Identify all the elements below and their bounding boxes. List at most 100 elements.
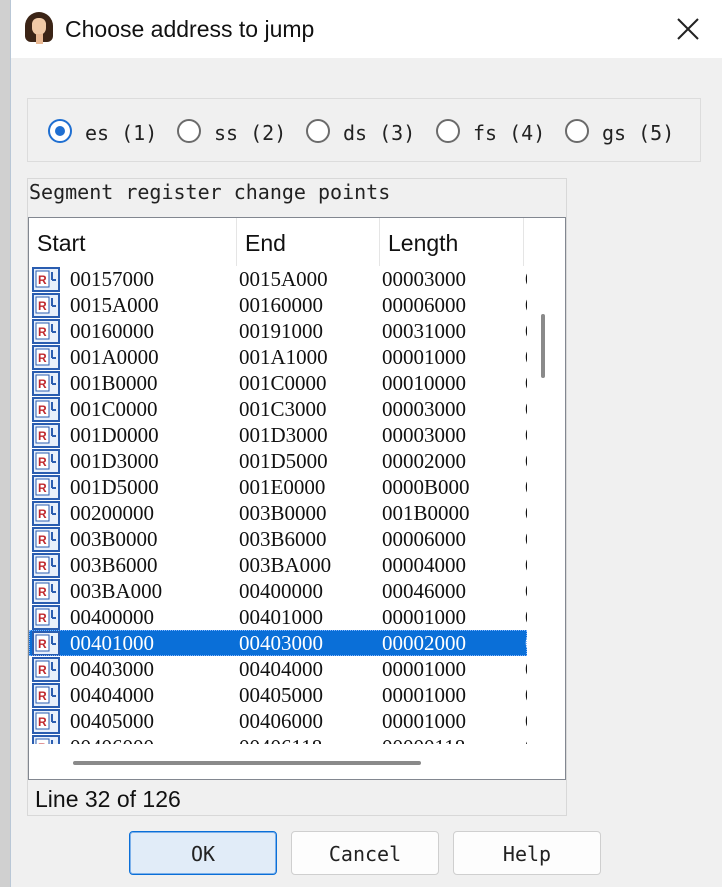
svg-text:R: R [38, 533, 47, 547]
table-row[interactable]: R 00157000 0015A000 00003000 0 [29, 266, 527, 292]
segment-register-icon: R [32, 293, 60, 318]
table-row[interactable]: R 001D0000 001D3000 00003000 0 [29, 422, 527, 448]
cell-start: 00405000 [70, 709, 154, 733]
segment-register-icon: R [32, 345, 60, 370]
svg-text:R: R [38, 507, 47, 521]
cell-extra: 0 [525, 526, 527, 552]
cell-length: 00001000 [382, 683, 466, 707]
ok-button[interactable]: OK [129, 831, 277, 875]
cell-end: 00406000 [239, 709, 323, 733]
help-button[interactable]: Help [453, 831, 601, 875]
change-points-list[interactable]: Start End Length R 00157000 0015A000 000030… [28, 217, 566, 780]
close-button[interactable] [667, 10, 707, 48]
cell-end: 003B0000 [239, 501, 327, 525]
cell-length: 00001000 [382, 709, 466, 733]
cell-start: 00200000 [70, 501, 154, 525]
table-row[interactable]: R 00401000 00403000 00002000 0 [29, 630, 527, 656]
cell-end: 00400000 [239, 579, 323, 603]
table-row[interactable]: R 00404000 00405000 00001000 0 [29, 682, 527, 708]
cell-extra: 0 [525, 474, 527, 500]
cell-length: 00002000 [382, 449, 466, 473]
cell-end: 003BA000 [239, 553, 332, 577]
svg-text:R: R [38, 299, 47, 313]
svg-text:R: R [38, 273, 47, 287]
cell-start: 003B0000 [70, 527, 158, 551]
table-row[interactable]: R 001C0000 001C3000 00003000 0 [29, 396, 527, 422]
cell-extra: 0 [525, 396, 527, 422]
horizontal-scroll-thumb[interactable] [73, 761, 421, 765]
column-header-end[interactable]: End [237, 218, 380, 266]
cell-length: 0000B000 [382, 475, 470, 499]
cell-extra: 0 [525, 578, 527, 604]
cell-start: 001D5000 [70, 475, 159, 499]
segment-register-icon: R [32, 267, 60, 292]
svg-text:R: R [38, 403, 47, 417]
radio-label-ds: ds (3) [343, 121, 416, 145]
cell-length: 00003000 [382, 423, 466, 447]
table-row[interactable]: R 003BA000 00400000 00046000 0 [29, 578, 527, 604]
segment-register-icon: R [32, 423, 60, 448]
vertical-scrollbar[interactable] [543, 266, 565, 744]
cell-length: 00003000 [382, 397, 466, 421]
cell-length: 00001000 [382, 605, 466, 629]
horizontal-scrollbar[interactable] [29, 744, 565, 779]
radio-label-fs: fs (4) [473, 121, 546, 145]
cell-extra: 0 [525, 344, 527, 370]
close-x-icon [677, 18, 699, 40]
cell-end: 00403000 [239, 631, 323, 655]
segment-register-icon: R [32, 683, 60, 708]
cell-length: 00003000 [382, 267, 466, 291]
segment-register-icon: R [32, 735, 60, 744]
svg-text:R: R [38, 611, 47, 625]
table-row[interactable]: R 00406000 00406118 00000118 0 [29, 734, 527, 744]
segment-register-icon: R [32, 527, 60, 552]
cell-length: 00004000 [382, 553, 466, 577]
dialog-title: Choose address to jump [65, 16, 315, 42]
table-row[interactable]: R 001B0000 001C0000 00010000 0 [29, 370, 527, 396]
table-row[interactable]: R 00200000 003B0000 001B0000 0 [29, 500, 527, 526]
cell-length: 00010000 [382, 371, 466, 395]
register-radio-group: es (1) ss (2) ds (3) fs (4) gs (5) [27, 98, 701, 162]
cell-start: 003BA000 [70, 579, 163, 603]
cell-length: 00031000 [382, 319, 466, 343]
radio-circle-fs [436, 119, 460, 143]
background-window-edge [0, 0, 10, 887]
segment-register-icon: R [32, 657, 60, 682]
cell-extra: 0 [525, 734, 527, 744]
table-row[interactable]: R 00160000 00191000 00031000 0 [29, 318, 527, 344]
table-row[interactable]: R 00405000 00406000 00001000 0 [29, 708, 527, 734]
cell-start: 00406000 [70, 734, 154, 744]
table-row[interactable]: R 0015A000 00160000 00006000 0 [29, 292, 527, 318]
segment-register-icon: R [32, 579, 60, 604]
table-row[interactable]: R 003B6000 003BA000 00004000 0 [29, 552, 527, 578]
vertical-scroll-thumb[interactable] [541, 314, 545, 378]
svg-text:R: R [38, 585, 47, 599]
segment-register-icon: R [32, 605, 60, 630]
segment-register-icon: R [32, 631, 60, 656]
cell-end: 001C0000 [239, 371, 327, 395]
cell-start: 00160000 [70, 319, 154, 343]
cell-length: 001B0000 [382, 501, 470, 525]
table-row[interactable]: R 00400000 00401000 00001000 0 [29, 604, 527, 630]
list-header: Start End Length [29, 218, 565, 266]
segment-register-icon: R [32, 397, 60, 422]
cell-start: 001D3000 [70, 449, 159, 473]
column-header-length[interactable]: Length [380, 218, 524, 266]
radio-circle-gs [565, 119, 589, 143]
table-row[interactable]: R 001A0000 001A1000 00001000 0 [29, 344, 527, 370]
cell-extra: 0 [525, 682, 527, 708]
table-row[interactable]: R 00403000 00404000 00001000 0 [29, 656, 527, 682]
radio-circle-ss [177, 119, 201, 143]
table-row[interactable]: R 001D3000 001D5000 00002000 0 [29, 448, 527, 474]
segment-register-icon: R [32, 709, 60, 734]
cell-extra: 0 [525, 266, 527, 292]
cell-end: 00160000 [239, 293, 323, 317]
column-header-start[interactable]: Start [29, 218, 237, 266]
cancel-button[interactable]: Cancel [291, 831, 439, 875]
title-bar: Choose address to jump [11, 0, 722, 58]
table-row[interactable]: R 003B0000 003B6000 00006000 0 [29, 526, 527, 552]
svg-text:R: R [38, 377, 47, 391]
cell-length: 00000118 [382, 734, 465, 744]
radio-circle-ds [306, 119, 330, 143]
table-row[interactable]: R 001D5000 001E0000 0000B000 0 [29, 474, 527, 500]
